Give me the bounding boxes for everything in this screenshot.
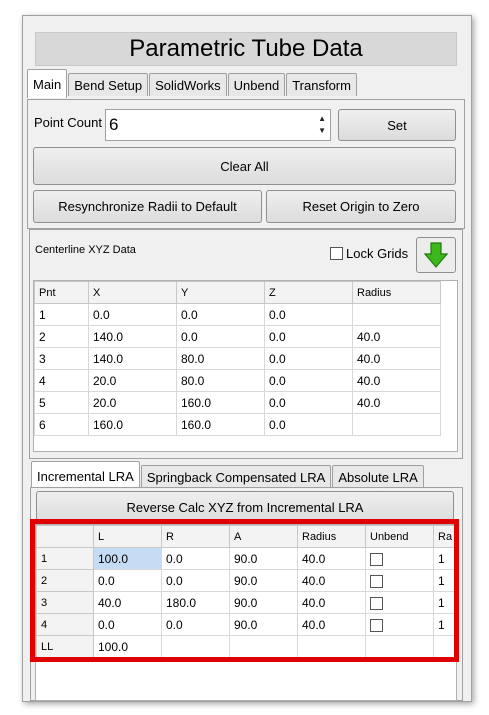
table-cell[interactable]: 80.0: [176, 369, 265, 392]
table-cell[interactable]: 0.0: [264, 325, 353, 348]
column-header[interactable]: X: [88, 281, 177, 304]
title-bar: Parametric Tube Data: [35, 32, 457, 66]
table-cell[interactable]: 160.0: [176, 413, 265, 436]
tab-solidworks[interactable]: SolidWorks: [149, 73, 227, 96]
main-tab-bar: Main Bend Setup SolidWorks Unbend Transf…: [27, 69, 358, 98]
spin-down-icon[interactable]: ▼: [318, 126, 326, 135]
table-row[interactable]: 5 20.0 160.0 0.0 40.0: [34, 391, 441, 414]
tube-data-window: Parametric Tube Data Main Bend Setup Sol…: [22, 15, 472, 702]
point-count-label: Point Count: [34, 115, 102, 130]
table-cell[interactable]: 40.0: [352, 369, 441, 392]
table-cell[interactable]: 5: [34, 391, 89, 414]
tab-bend-setup[interactable]: Bend Setup: [68, 73, 149, 96]
down-arrow-icon: [423, 242, 449, 268]
lock-grids-label: Lock Grids: [346, 246, 409, 261]
tab-incremental-lra[interactable]: Incremental LRA: [31, 461, 140, 490]
column-header[interactable]: Y: [176, 281, 265, 304]
table-cell[interactable]: 40.0: [352, 347, 441, 370]
column-header[interactable]: Radius: [352, 281, 441, 304]
table-cell[interactable]: 0.0: [264, 391, 353, 414]
point-count-value: 6: [109, 115, 119, 134]
reset-origin-button[interactable]: Reset Origin to Zero: [266, 190, 456, 223]
table-cell[interactable]: 140.0: [88, 325, 177, 348]
tab-transform[interactable]: Transform: [286, 73, 357, 96]
table-cell[interactable]: 3: [34, 347, 89, 370]
table-cell[interactable]: 0.0: [264, 303, 353, 326]
table-row[interactable]: 1 0.0 0.0 0.0: [34, 303, 441, 326]
table-cell[interactable]: 2: [34, 325, 89, 348]
table-cell[interactable]: 0.0: [88, 303, 177, 326]
tab-springback-lra[interactable]: Springback Compensated LRA: [140, 465, 332, 488]
table-cell[interactable]: 40.0: [352, 325, 441, 348]
table-row[interactable]: 4 20.0 80.0 0.0 40.0: [34, 369, 441, 392]
set-button[interactable]: Set: [338, 109, 456, 141]
table-cell[interactable]: 0.0: [264, 413, 353, 436]
table-cell[interactable]: 140.0: [88, 347, 177, 370]
table-cell[interactable]: 40.0: [352, 391, 441, 414]
table-cell[interactable]: 0.0: [264, 347, 353, 370]
table-cell[interactable]: 0.0: [264, 369, 353, 392]
table-cell[interactable]: 0.0: [176, 303, 265, 326]
tab-unbend[interactable]: Unbend: [227, 73, 286, 96]
tab-main[interactable]: Main: [27, 69, 68, 98]
clear-all-button[interactable]: Clear All: [33, 147, 456, 185]
table-cell[interactable]: 1: [34, 303, 89, 326]
table-cell[interactable]: 80.0: [176, 347, 265, 370]
column-header[interactable]: Z: [264, 281, 353, 304]
table-row[interactable]: 2 140.0 0.0 0.0 40.0: [34, 325, 441, 348]
spin-up-icon[interactable]: ▲: [318, 114, 326, 123]
table-cell[interactable]: 160.0: [88, 413, 177, 436]
table-cell[interactable]: 6: [34, 413, 89, 436]
page-title: Parametric Tube Data: [129, 35, 363, 62]
centerline-title: Centerline XYZ Data: [35, 244, 136, 256]
table-cell[interactable]: [352, 413, 441, 436]
table-cell[interactable]: 4: [34, 369, 89, 392]
centerline-grid: Pnt X Y Z Radius 1 0.0 0.0 0.0 2 140.0 0.0 0.0 4…: [34, 281, 441, 436]
highlight-box: [30, 519, 459, 662]
table-cell[interactable]: 20.0: [88, 369, 177, 392]
table-row[interactable]: 6 160.0 160.0 0.0: [34, 413, 441, 436]
lock-grids-checkbox[interactable]: [330, 247, 343, 260]
table-cell[interactable]: 20.0: [88, 391, 177, 414]
resync-radii-button[interactable]: Resynchronize Radii to Default: [33, 190, 262, 223]
table-row[interactable]: 3 140.0 80.0 0.0 40.0: [34, 347, 441, 370]
point-count-spinbox[interactable]: 6 ▲ ▼: [105, 109, 331, 141]
move-down-button[interactable]: [416, 237, 456, 273]
column-header[interactable]: Pnt: [34, 281, 89, 304]
table-cell[interactable]: 160.0: [176, 391, 265, 414]
table-cell[interactable]: 0.0: [176, 325, 265, 348]
table-cell[interactable]: [352, 303, 441, 326]
centerline-header-row: Pnt X Y Z Radius: [34, 281, 441, 304]
tab-absolute-lra[interactable]: Absolute LRA: [332, 465, 424, 488]
